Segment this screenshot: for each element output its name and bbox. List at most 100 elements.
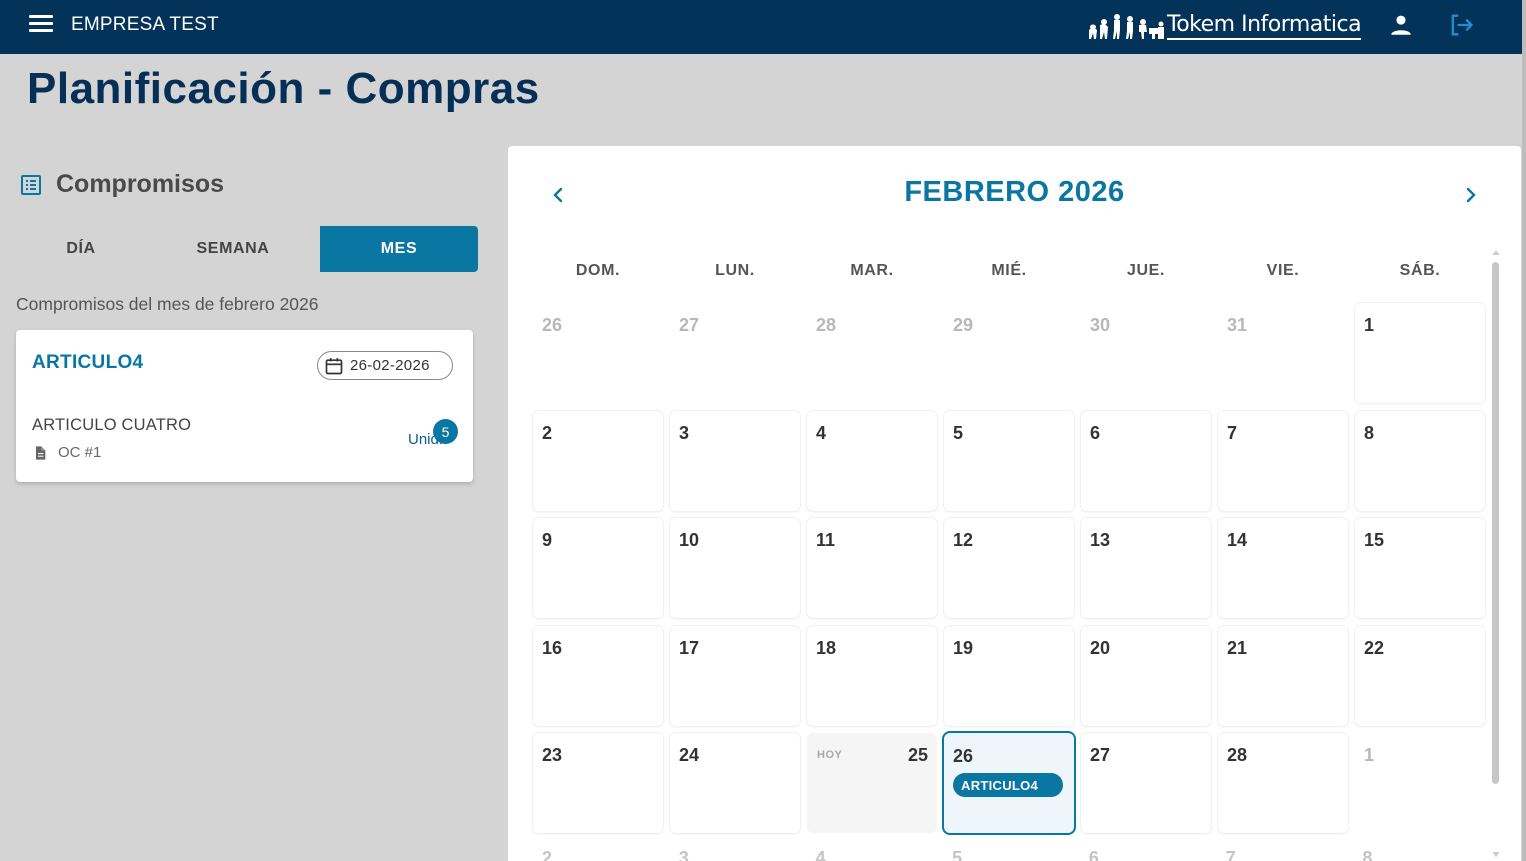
calendar-day[interactable]: 2 bbox=[533, 410, 663, 511]
tab-day[interactable]: DÍA bbox=[16, 226, 146, 272]
day-number: 16 bbox=[542, 637, 563, 658]
day-number: 25 bbox=[907, 745, 928, 765]
day-number: 26 bbox=[542, 315, 563, 335]
calendar-grid: 26 27 28 29 30 31 1 2 3 4 5 6 7 8 9 10 11 12 13 14 15 16 17 18 1… bbox=[533, 303, 1485, 833]
calendar-day[interactable]: 23 bbox=[533, 733, 663, 833]
day-number: 20 bbox=[1090, 637, 1111, 658]
calendar-day[interactable]: 31 bbox=[1218, 303, 1348, 403]
evolution-icon bbox=[1089, 14, 1164, 39]
calendar-day-outside[interactable]: 2 bbox=[533, 848, 663, 861]
menu-icon[interactable] bbox=[29, 15, 53, 35]
day-number: 7 bbox=[1227, 422, 1238, 443]
calendar-day[interactable]: 4 bbox=[807, 410, 937, 511]
calendar-day-outside[interactable]: 6 bbox=[1080, 848, 1210, 861]
weekday-header: DOM. LUN. MAR. MIÉ. JUE. VIE. SÁB. bbox=[533, 262, 1491, 280]
event-chip[interactable]: ARTICULO4 bbox=[953, 773, 1063, 797]
day-number: 3 bbox=[679, 422, 690, 443]
calendar-day-outside[interactable]: 3 bbox=[670, 848, 800, 861]
day-number: 28 bbox=[1227, 745, 1248, 765]
calendar-day[interactable]: 29 bbox=[944, 303, 1074, 403]
item-document: OC #1 bbox=[32, 444, 101, 461]
logout-icon[interactable] bbox=[1447, 11, 1475, 39]
calendar-day[interactable]: 14 bbox=[1218, 518, 1348, 618]
calendar-next-row: 2345678 bbox=[533, 848, 1483, 861]
chevron-right-icon[interactable] bbox=[1461, 184, 1481, 206]
day-number: 2 bbox=[542, 422, 553, 443]
weekday-label: JUE. bbox=[1127, 262, 1165, 279]
day-number: 13 bbox=[1090, 530, 1111, 550]
commitment-card[interactable]: ARTICULO4 26-02-2026 ARTICULO CUATRO OC … bbox=[16, 330, 473, 482]
calendar-day-outside[interactable]: 8 bbox=[1353, 848, 1483, 861]
calendar-day[interactable]: 1 bbox=[1355, 733, 1485, 833]
day-number: 30 bbox=[1090, 315, 1111, 335]
calendar-day[interactable]: 3 bbox=[670, 410, 800, 511]
day-number: 26 bbox=[953, 746, 974, 766]
calendar-day-outside[interactable]: 4 bbox=[806, 848, 936, 861]
calendar-day[interactable]: 8 bbox=[1355, 410, 1485, 511]
brand-logo: Tokem Informatica bbox=[1087, 6, 1362, 40]
item-code: ARTICULO4 bbox=[32, 352, 144, 373]
brand-name: Tokem Informatica bbox=[1167, 13, 1362, 40]
calendar-day-today[interactable]: HOY 25 bbox=[807, 733, 937, 833]
day-number: 17 bbox=[679, 637, 700, 658]
page-scrollbar[interactable] bbox=[1522, 0, 1526, 861]
day-number: 11 bbox=[816, 530, 836, 550]
calendar-day[interactable]: 24 bbox=[670, 733, 800, 833]
calendar-icon bbox=[325, 357, 343, 374]
calendar-day[interactable]: 26 bbox=[533, 303, 663, 403]
calendar-day[interactable]: 6 bbox=[1081, 410, 1211, 511]
calendar-day-selected[interactable]: 26 ARTICULO4 bbox=[944, 733, 1074, 833]
calendar-day[interactable]: 10 bbox=[670, 518, 800, 618]
calendar-scrollbar[interactable] bbox=[1491, 250, 1501, 861]
day-number: 12 bbox=[953, 530, 974, 550]
calendar-day[interactable]: 12 bbox=[944, 518, 1074, 618]
calendar-day[interactable]: 16 bbox=[533, 625, 663, 726]
day-number: 1 bbox=[1364, 315, 1375, 335]
weekday-label: LUN. bbox=[715, 262, 755, 279]
day-number: 28 bbox=[816, 315, 837, 335]
calendar-day[interactable]: 5 bbox=[944, 410, 1074, 511]
day-number: 8 bbox=[1364, 422, 1375, 443]
item-date: 26-02-2026 bbox=[350, 357, 430, 374]
day-number: 18 bbox=[816, 637, 837, 658]
item-description: ARTICULO CUATRO bbox=[32, 416, 192, 434]
tab-week[interactable]: SEMANA bbox=[146, 226, 320, 272]
list-icon bbox=[21, 174, 41, 195]
weekday-label: DOM. bbox=[575, 262, 621, 279]
calendar-day[interactable]: 28 bbox=[1218, 733, 1348, 833]
month-caption: Compromisos del mes de febrero 2026 bbox=[16, 294, 319, 314]
calendar-day-outside[interactable]: 5 bbox=[943, 848, 1073, 861]
day-number: 6 bbox=[1090, 422, 1101, 443]
calendar-day[interactable]: 22 bbox=[1355, 625, 1485, 726]
calendar-day[interactable]: 20 bbox=[1081, 625, 1211, 726]
day-number: 19 bbox=[953, 637, 974, 658]
calendar-day[interactable]: 1 bbox=[1355, 303, 1485, 403]
calendar-day-outside[interactable]: 7 bbox=[1217, 848, 1347, 861]
calendar-day[interactable]: 17 bbox=[670, 625, 800, 726]
day-number: 5 bbox=[953, 422, 964, 443]
calendar-day[interactable]: 21 bbox=[1218, 625, 1348, 726]
calendar-day[interactable]: 27 bbox=[1081, 733, 1211, 833]
calendar-day[interactable]: 15 bbox=[1355, 518, 1485, 618]
calendar-day[interactable]: 7 bbox=[1218, 410, 1348, 511]
item-document-label: OC #1 bbox=[58, 444, 102, 461]
scrollbar-thumb[interactable] bbox=[1492, 262, 1499, 784]
page-title: Planificación - Compras bbox=[27, 64, 540, 113]
today-label: HOY bbox=[817, 749, 843, 761]
calendar-day[interactable]: 30 bbox=[1081, 303, 1211, 403]
calendar-day[interactable]: 13 bbox=[1081, 518, 1211, 618]
day-number: 10 bbox=[679, 530, 700, 550]
weekday-label: MAR. bbox=[850, 262, 894, 279]
calendar-month-title: FEBRERO 2026 bbox=[904, 176, 1125, 208]
calendar-day[interactable]: 9 bbox=[533, 518, 663, 618]
calendar-day[interactable]: 11 bbox=[807, 518, 937, 618]
user-icon[interactable] bbox=[1388, 12, 1414, 38]
calendar-day[interactable]: 27 bbox=[670, 303, 800, 403]
day-number: 14 bbox=[1227, 530, 1248, 550]
weekday-label: MIÉ. bbox=[991, 262, 1027, 279]
calendar-day[interactable]: 28 bbox=[807, 303, 937, 403]
date-chip: 26-02-2026 bbox=[317, 351, 453, 380]
tab-month[interactable]: MES bbox=[320, 226, 478, 272]
calendar-day[interactable]: 19 bbox=[944, 625, 1074, 726]
calendar-day[interactable]: 18 bbox=[807, 625, 937, 726]
